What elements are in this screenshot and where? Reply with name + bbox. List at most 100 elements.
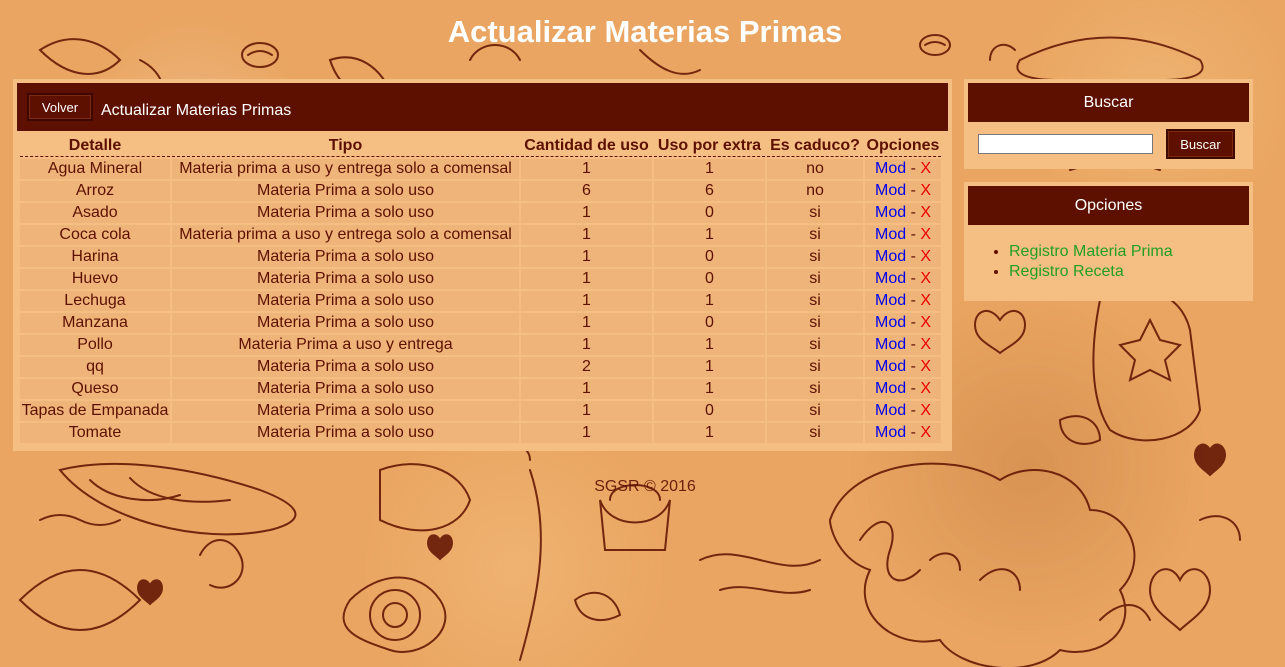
caduco-cell: si <box>767 379 863 399</box>
page-title: Actualizar Materias Primas <box>447 14 843 49</box>
table-row: Tomate Materia Prima a solo uso 1 1 si Mod - … <box>20 423 941 443</box>
modify-link[interactable]: Mod <box>875 270 906 287</box>
modify-link[interactable]: Mod <box>875 424 906 441</box>
delete-link[interactable]: X <box>920 292 931 309</box>
modify-link[interactable]: Mod <box>875 314 906 331</box>
table-header-row: Detalle Tipo Cantidad de uso Uso por ext… <box>20 136 941 157</box>
extra-cell: 1 <box>654 379 765 399</box>
delete-link[interactable]: X <box>920 336 931 353</box>
tipo-cell: Materia Prima a solo uso <box>172 423 519 443</box>
column-header-detalle: Detalle <box>20 136 170 157</box>
tipo-cell: Materia Prima a solo uso <box>172 357 519 377</box>
table-row: Arroz Materia Prima a solo uso 6 6 no Mod - X <box>20 181 941 201</box>
extra-cell: 0 <box>654 203 765 223</box>
register-raw-material-link[interactable]: Registro Materia Prima <box>1009 243 1173 260</box>
tipo-cell: Materia Prima a solo uso <box>172 401 519 421</box>
materials-panel-header: Volver Actualizar Materias Primas <box>17 83 948 131</box>
options-cell: Mod - X <box>865 335 941 355</box>
delete-link[interactable]: X <box>920 314 931 331</box>
modify-link[interactable]: Mod <box>875 226 906 243</box>
table-row: Queso Materia Prima a solo uso 1 1 si Mod - X <box>20 379 941 399</box>
detalle-cell: Huevo <box>20 269 170 289</box>
cantidad-cell: 1 <box>521 291 652 311</box>
column-header-opciones: Opciones <box>865 136 941 157</box>
extra-cell: 0 <box>654 247 765 267</box>
options-cell: Mod - X <box>865 291 941 311</box>
extra-cell: 1 <box>654 423 765 443</box>
extra-cell: 0 <box>654 269 765 289</box>
detalle-cell: Arroz <box>20 181 170 201</box>
delete-link[interactable]: X <box>920 204 931 221</box>
option-separator: - <box>910 292 916 309</box>
caduco-cell: no <box>767 159 863 179</box>
option-separator: - <box>910 182 916 199</box>
delete-link[interactable]: X <box>920 160 931 177</box>
extra-cell: 1 <box>654 335 765 355</box>
cantidad-cell: 1 <box>521 203 652 223</box>
modify-link[interactable]: Mod <box>875 358 906 375</box>
extra-cell: 1 <box>654 225 765 245</box>
modify-link[interactable]: Mod <box>875 204 906 221</box>
option-separator: - <box>910 226 916 243</box>
options-cell: Mod - X <box>865 423 941 443</box>
tipo-cell: Materia prima a uso y entrega solo a com… <box>172 225 519 245</box>
modify-link[interactable]: Mod <box>875 402 906 419</box>
modify-link[interactable]: Mod <box>875 248 906 265</box>
tipo-cell: Materia Prima a solo uso <box>172 269 519 289</box>
detalle-cell: Asado <box>20 203 170 223</box>
tipo-cell: Materia Prima a solo uso <box>172 313 519 333</box>
table-row: Lechuga Materia Prima a solo uso 1 1 si Mod -… <box>20 291 941 311</box>
option-separator: - <box>910 204 916 221</box>
delete-link[interactable]: X <box>920 248 931 265</box>
back-button[interactable]: Volver <box>27 93 93 121</box>
detalle-cell: Coca cola <box>20 225 170 245</box>
option-separator: - <box>910 336 916 353</box>
table-row: qq Materia Prima a solo uso 2 1 si Mod - X <box>20 357 941 377</box>
caduco-cell: si <box>767 225 863 245</box>
materials-panel: Volver Actualizar Materias Primas Detall… <box>13 79 952 451</box>
delete-link[interactable]: X <box>920 424 931 441</box>
caduco-cell: si <box>767 203 863 223</box>
delete-link[interactable]: X <box>920 226 931 243</box>
delete-link[interactable]: X <box>920 402 931 419</box>
register-recipe-link[interactable]: Registro Receta <box>1009 263 1124 280</box>
option-separator: - <box>910 160 916 177</box>
table-row: Pollo Materia Prima a uso y entrega 1 1 si Mo… <box>20 335 941 355</box>
modify-link[interactable]: Mod <box>875 160 906 177</box>
option-separator: - <box>910 380 916 397</box>
cantidad-cell: 6 <box>521 181 652 201</box>
footer-text: SGSR © 2016 <box>594 478 696 495</box>
detalle-cell: Queso <box>20 379 170 399</box>
modify-link[interactable]: Mod <box>875 336 906 353</box>
search-input[interactable] <box>978 134 1153 154</box>
tipo-cell: Materia Prima a solo uso <box>172 247 519 267</box>
search-panel-header: Buscar <box>968 83 1249 122</box>
options-list: Registro Materia Prima Registro Receta <box>991 242 1173 282</box>
extra-cell: 0 <box>654 313 765 333</box>
detalle-cell: Pollo <box>20 335 170 355</box>
detalle-cell: Manzana <box>20 313 170 333</box>
delete-link[interactable]: X <box>920 358 931 375</box>
options-list-item: Registro Materia Prima <box>1009 242 1173 262</box>
option-separator: - <box>910 248 916 265</box>
options-cell: Mod - X <box>865 401 941 421</box>
options-cell: Mod - X <box>865 379 941 399</box>
cantidad-cell: 1 <box>521 335 652 355</box>
option-separator: - <box>910 314 916 331</box>
modify-link[interactable]: Mod <box>875 380 906 397</box>
modify-link[interactable]: Mod <box>875 182 906 199</box>
search-button[interactable]: Buscar <box>1166 129 1235 159</box>
delete-link[interactable]: X <box>920 380 931 397</box>
caduco-cell: si <box>767 313 863 333</box>
options-list-item: Registro Receta <box>1009 262 1173 282</box>
options-cell: Mod - X <box>865 313 941 333</box>
options-cell: Mod - X <box>865 159 941 179</box>
modify-link[interactable]: Mod <box>875 292 906 309</box>
options-cell: Mod - X <box>865 181 941 201</box>
options-cell: Mod - X <box>865 357 941 377</box>
tipo-cell: Materia Prima a solo uso <box>172 181 519 201</box>
caduco-cell: si <box>767 247 863 267</box>
cantidad-cell: 2 <box>521 357 652 377</box>
delete-link[interactable]: X <box>920 270 931 287</box>
delete-link[interactable]: X <box>920 182 931 199</box>
